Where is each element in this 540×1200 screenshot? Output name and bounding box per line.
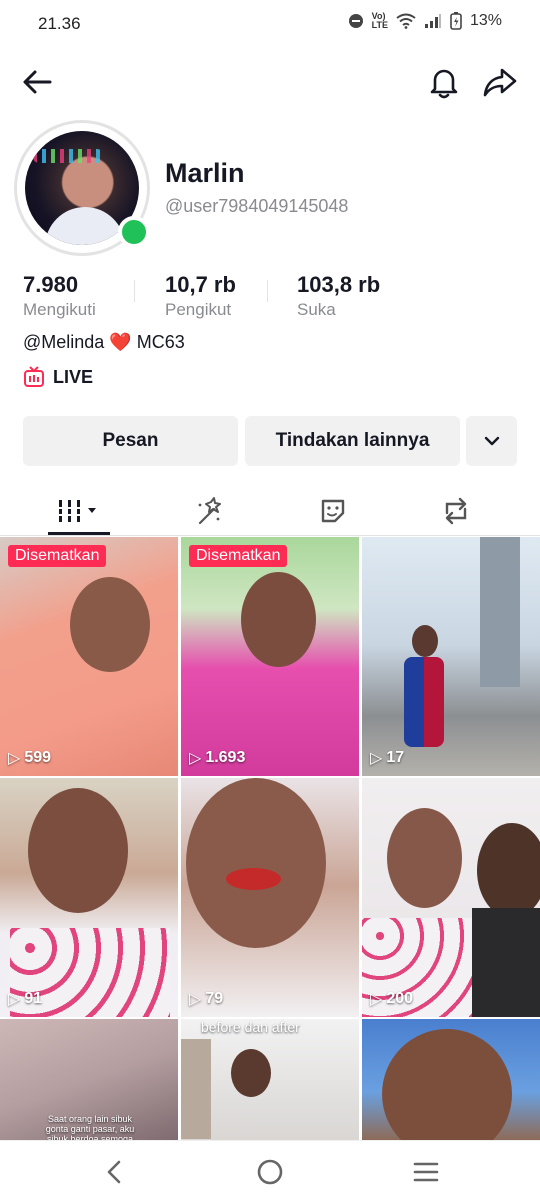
share-arrow-icon xyxy=(483,68,517,97)
video-thumbnail[interactable]: Disematkan ▷ 1.693 xyxy=(181,537,359,776)
system-home-button[interactable] xyxy=(253,1155,287,1189)
stat-divider xyxy=(267,280,268,302)
stat-followers[interactable]: 10,7 rb Pengikut xyxy=(165,272,236,320)
stat-following[interactable]: 7.980 Mengikuti xyxy=(23,272,96,320)
video-thumbnail[interactable]: Saat orang lain sibuk gonta ganti pasar,… xyxy=(0,1019,178,1140)
view-count: ▷ 599 xyxy=(8,749,52,767)
tab-reposts[interactable] xyxy=(388,486,523,536)
display-name: Marlin xyxy=(165,158,245,188)
stat-divider xyxy=(134,280,135,302)
thumbnail-building xyxy=(480,537,520,687)
avatar-shirt xyxy=(45,207,125,245)
back-button[interactable] xyxy=(20,64,56,100)
view-count: ▷ 1.693 xyxy=(189,749,246,767)
live-label: LIVE xyxy=(53,366,94,387)
system-recents-button[interactable] xyxy=(409,1155,443,1189)
status-time: 21.36 xyxy=(38,14,81,33)
bio-suffix: MC63 xyxy=(136,332,185,352)
video-thumbnail[interactable]: ▷ 17 xyxy=(362,537,540,776)
sticker-icon xyxy=(321,499,344,523)
stat-likes: 103,8 rb Suka xyxy=(297,272,380,320)
followers-count: 10,7 rb xyxy=(165,272,236,297)
video-thumbnail[interactable]: Disematkan ▷ 599 xyxy=(0,537,178,776)
chevron-down-icon xyxy=(484,436,499,446)
thumbnail-face xyxy=(241,572,316,667)
battery-icon xyxy=(450,12,462,30)
thumbnail-face xyxy=(231,1049,271,1097)
menu-lines-icon xyxy=(413,1162,439,1182)
video-caption: before dan after xyxy=(201,1019,300,1035)
active-tab-indicator xyxy=(48,532,110,535)
profile-tabs xyxy=(0,486,540,536)
message-button[interactable]: Pesan xyxy=(23,416,238,466)
status-bar: 21.36 Vo) LTE 13% xyxy=(0,0,540,46)
chevron-left-icon xyxy=(107,1160,121,1184)
thumbnail-face xyxy=(70,577,150,672)
live-tv-icon xyxy=(24,366,44,387)
avatar-lights xyxy=(33,149,103,163)
lte-icon: Vo) LTE xyxy=(371,11,388,30)
play-icon: ▷ xyxy=(370,750,383,767)
system-navigation-bar xyxy=(0,1140,540,1200)
video-thumbnail[interactable]: ▷ 200 xyxy=(362,778,540,1017)
bell-icon xyxy=(430,69,458,99)
tab-stickers[interactable] xyxy=(265,486,400,536)
video-thumbnail[interactable]: before dan after xyxy=(181,1019,359,1140)
suggestions-dropdown-button[interactable] xyxy=(466,416,517,466)
thumbnail-face xyxy=(382,1029,512,1140)
view-count: ▷ 79 xyxy=(189,990,224,1008)
play-icon: ▷ xyxy=(189,750,202,767)
video-thumbnail[interactable]: ▷ 91 xyxy=(0,778,178,1017)
pinned-badge: Disematkan xyxy=(189,545,288,567)
followers-label: Pengikut xyxy=(165,300,232,319)
play-icon: ▷ xyxy=(370,991,383,1008)
thumbnail-face xyxy=(186,778,326,948)
wifi-icon xyxy=(396,13,416,29)
pinned-badge: Disematkan xyxy=(8,545,107,567)
more-actions-button[interactable]: Tindakan lainnya xyxy=(245,416,460,466)
back-arrow-icon xyxy=(23,70,52,94)
thumbnail-person xyxy=(181,1039,211,1139)
following-label: Mengikuti xyxy=(23,300,96,319)
bio: @Melinda ❤️ MC63 xyxy=(23,332,185,353)
avatar-ring[interactable] xyxy=(14,120,150,256)
view-count: ▷ 200 xyxy=(370,990,414,1008)
video-thumbnail[interactable]: ▷ 79 xyxy=(181,778,359,1017)
play-icon: ▷ xyxy=(8,750,21,767)
tab-favorites[interactable] xyxy=(140,486,275,536)
notifications-button[interactable] xyxy=(426,64,462,100)
video-caption: Saat orang lain sibuk gonta ganti pasar,… xyxy=(45,1114,135,1140)
thumbnail-face xyxy=(387,808,462,908)
signal-icon xyxy=(424,13,442,29)
repeat-icon xyxy=(445,497,466,525)
circle-home-icon xyxy=(257,1159,283,1185)
thumbnail-child xyxy=(404,657,444,747)
tab-videos[interactable] xyxy=(12,486,147,536)
video-thumbnail[interactable] xyxy=(362,1019,540,1140)
battery-level: 13% xyxy=(469,12,502,29)
play-icon: ▷ xyxy=(8,991,21,1008)
thumbnail-face xyxy=(412,625,438,657)
bio-mention[interactable]: @Melinda xyxy=(23,332,104,352)
likes-count: 103,8 rb xyxy=(297,272,381,297)
thumbnail-face xyxy=(477,823,540,918)
likes-label: Suka xyxy=(297,300,336,319)
thumbnail-lips xyxy=(226,868,281,890)
username: @user7984049145048 xyxy=(165,196,349,216)
view-count: ▷ 91 xyxy=(8,990,43,1008)
share-button[interactable] xyxy=(482,64,518,100)
grid-icon xyxy=(56,500,96,522)
view-count: ▷ 17 xyxy=(370,749,405,767)
status-icons: Vo) LTE 13% xyxy=(348,12,502,30)
thumbnail-shirt xyxy=(472,908,540,1017)
thumbnail-face xyxy=(28,788,128,913)
play-icon: ▷ xyxy=(189,991,202,1008)
sparkle-icon xyxy=(198,497,221,525)
live-link[interactable]: LIVE xyxy=(23,366,93,388)
system-back-button[interactable] xyxy=(98,1155,132,1189)
online-status-dot xyxy=(118,216,150,248)
heart-emoji: ❤️ xyxy=(109,332,132,352)
following-count: 7.980 xyxy=(23,272,79,297)
dnd-icon xyxy=(348,13,364,29)
